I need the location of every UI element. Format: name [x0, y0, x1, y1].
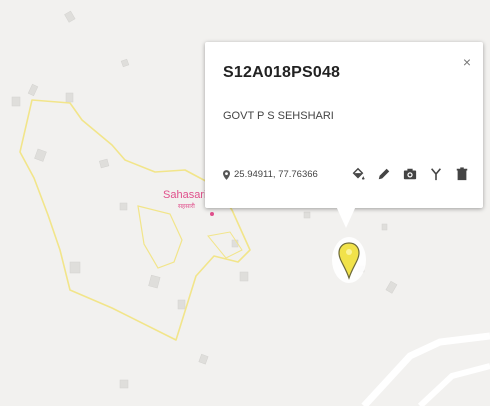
village-dot [210, 212, 214, 216]
popup-title: S12A018PS048 [223, 64, 341, 81]
pencil-icon[interactable] [377, 166, 391, 182]
popup-footer: 25.94911, 77.76366 [223, 166, 469, 184]
close-button[interactable]: × [463, 54, 471, 70]
location-marker-icon[interactable] [330, 236, 368, 288]
fork-icon[interactable] [429, 166, 443, 182]
coordinates-text: 25.94911, 77.76366 [234, 169, 318, 180]
popup-pointer [336, 206, 356, 228]
trash-icon[interactable] [455, 166, 469, 182]
camera-icon[interactable] [403, 166, 417, 182]
info-popup: S12A018PS048 × GOVT P S SEHSHARI 25.9491… [205, 42, 483, 208]
village-label-local: सहसारी [178, 204, 195, 210]
location-pin-icon [223, 169, 230, 180]
village-label: Sahasari [163, 189, 207, 201]
paint-bucket-icon[interactable] [351, 166, 365, 182]
popup-actions [351, 166, 469, 182]
coordinates: 25.94911, 77.76366 [223, 169, 318, 180]
map-view[interactable]: Sahasari सहसारी S12A018PS048 × GOVT P S … [0, 0, 490, 406]
popup-subtitle: GOVT P S SEHSHARI [223, 110, 334, 122]
